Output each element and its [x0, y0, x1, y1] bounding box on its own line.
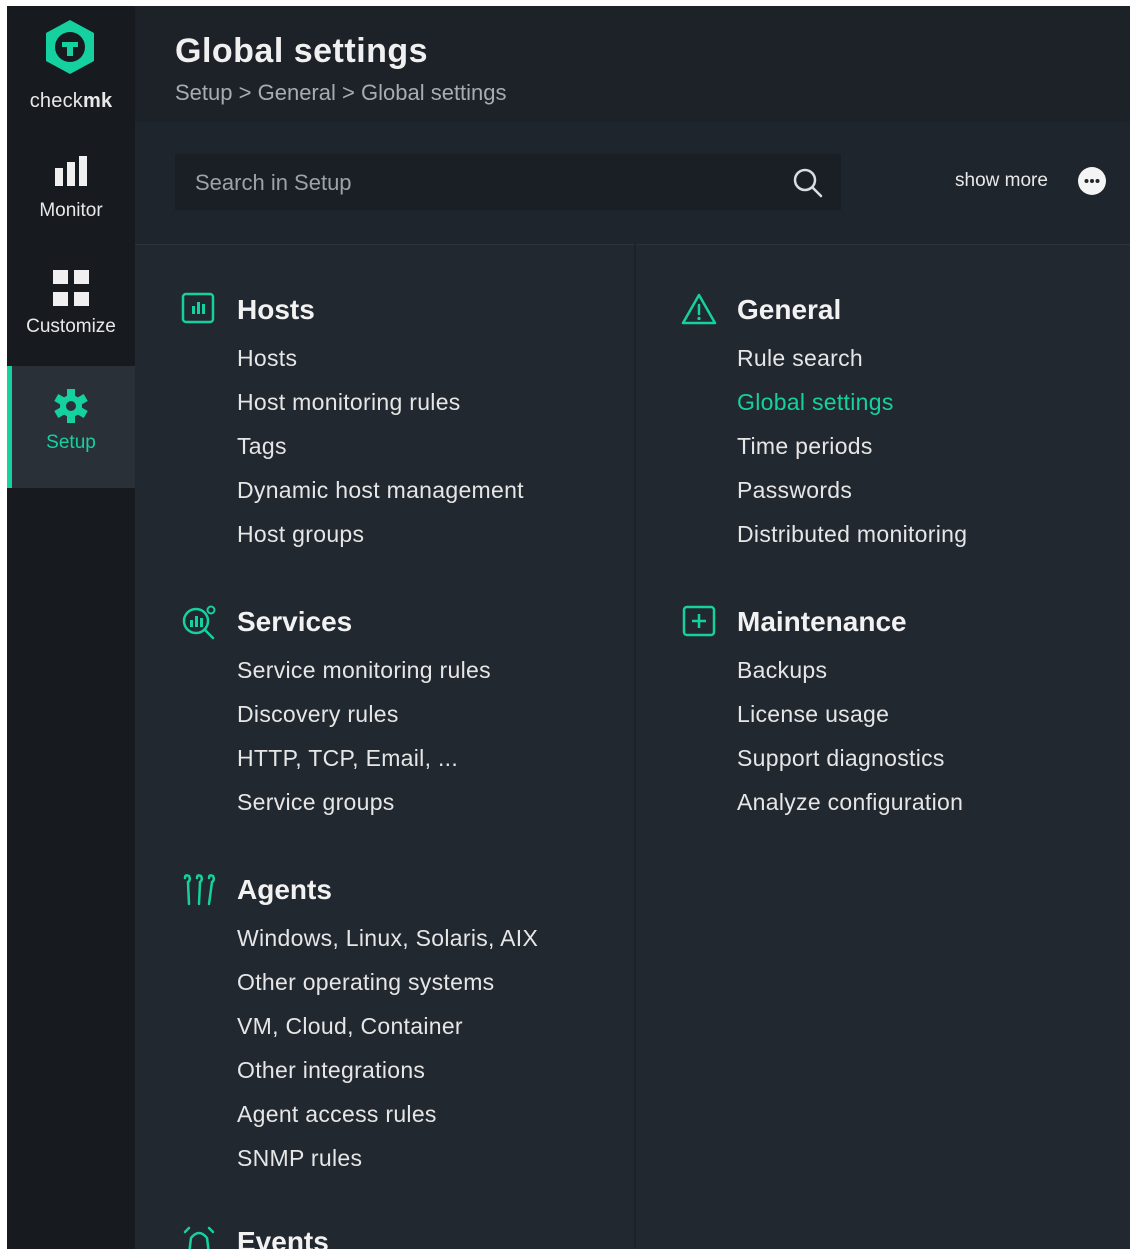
menu-item-discovery-rules[interactable]: Discovery rules: [237, 700, 491, 744]
search-input[interactable]: [175, 154, 797, 212]
more-dots-icon: [1078, 167, 1106, 195]
breadcrumb-separator: >: [238, 80, 252, 105]
grid-icon: [53, 270, 89, 306]
plus-box-icon: [682, 605, 716, 637]
menu-item-other-integrations[interactable]: Other integrations: [237, 1056, 538, 1100]
group-title-maintenance: Maintenance: [737, 606, 907, 637]
breadcrumb-separator: >: [342, 80, 355, 105]
checkmk-logo[interactable]: checkmk: [7, 6, 135, 134]
app-window: checkmk Monitor Customize Setup Global s…: [7, 6, 1130, 1249]
search-toolbar: show more: [135, 122, 1130, 245]
breadcrumb-item-global-settings[interactable]: Global settings: [361, 80, 507, 105]
group-title-services: Services: [237, 606, 353, 637]
menu-item-service-groups[interactable]: Service groups: [237, 788, 491, 832]
group-title-events: Events: [237, 1226, 329, 1249]
menu-item-distributed-monitoring[interactable]: Distributed monitoring: [737, 520, 967, 564]
nav-setup[interactable]: Setup: [7, 366, 135, 488]
menu-item-license-usage[interactable]: License usage: [737, 700, 963, 744]
menu-item-http-tcp-email[interactable]: HTTP, TCP, Email, ...: [237, 744, 491, 788]
nav-monitor[interactable]: Monitor: [7, 134, 135, 252]
sidebar: checkmk Monitor Customize Setup: [7, 6, 135, 1249]
menu-item-snmp-rules[interactable]: SNMP rules: [237, 1144, 538, 1188]
menu-item-rule-search[interactable]: Rule search: [737, 344, 967, 388]
agents-icon: [183, 874, 216, 906]
menu-item-windows-linux-solaris-aix[interactable]: Windows, Linux, Solaris, AIX: [237, 924, 538, 968]
group-title-agents: Agents: [237, 874, 332, 905]
show-more-label: show more: [955, 170, 1048, 191]
nav-customize[interactable]: Customize: [7, 250, 135, 366]
menu-item-agent-access-rules[interactable]: Agent access rules: [237, 1100, 538, 1144]
menu-item-support-diagnostics[interactable]: Support diagnostics: [737, 744, 963, 788]
menu-item-passwords[interactable]: Passwords: [737, 476, 967, 520]
menu-item-host-monitoring-rules[interactable]: Host monitoring rules: [237, 388, 524, 432]
group-title-hosts: Hosts: [237, 294, 315, 325]
active-indicator: [7, 366, 12, 488]
menu-item-service-monitoring-rules[interactable]: Service monitoring rules: [237, 656, 491, 700]
menu-item-global-settings[interactable]: Global settings: [737, 388, 967, 432]
page-header: Global settings Setup > General > Global…: [135, 6, 1130, 122]
services-icon: [182, 605, 216, 640]
menu-item-other-operating-systems[interactable]: Other operating systems: [237, 968, 538, 1012]
nav-customize-label: Customize: [26, 316, 116, 337]
nav-monitor-label: Monitor: [39, 200, 103, 221]
search-icon[interactable]: [791, 166, 825, 200]
bar-chart-icon: [55, 156, 87, 186]
setup-menu: Hosts Hosts Host monitoring rules Tags D…: [135, 244, 1130, 1249]
column-divider: [634, 244, 636, 1249]
events-icon: [183, 1226, 215, 1249]
group-title-general: General: [737, 294, 842, 325]
menu-item-tags[interactable]: Tags: [237, 432, 524, 476]
search-box: [175, 154, 841, 212]
menu-item-hosts[interactable]: Hosts: [237, 344, 524, 388]
menu-item-backups[interactable]: Backups: [737, 656, 963, 700]
nav-setup-label: Setup: [46, 432, 96, 453]
menu-item-analyze-configuration[interactable]: Analyze configuration: [737, 788, 963, 832]
checkmk-logo-icon: [46, 20, 94, 74]
breadcrumb: Setup > General > Global settings: [175, 80, 507, 106]
menu-item-dynamic-host-management[interactable]: Dynamic host management: [237, 476, 524, 520]
menu-item-host-groups[interactable]: Host groups: [237, 520, 524, 564]
menu-item-time-periods[interactable]: Time periods: [737, 432, 967, 476]
gear-icon: [54, 389, 88, 423]
warning-icon: [681, 293, 717, 325]
page-title: Global settings: [175, 32, 429, 70]
breadcrumb-item-setup[interactable]: Setup: [175, 80, 233, 105]
breadcrumb-item-general[interactable]: General: [258, 80, 336, 105]
host-icon: [181, 292, 215, 324]
logo-text: checkmk: [29, 90, 113, 112]
menu-item-vm-cloud-container[interactable]: VM, Cloud, Container: [237, 1012, 538, 1056]
